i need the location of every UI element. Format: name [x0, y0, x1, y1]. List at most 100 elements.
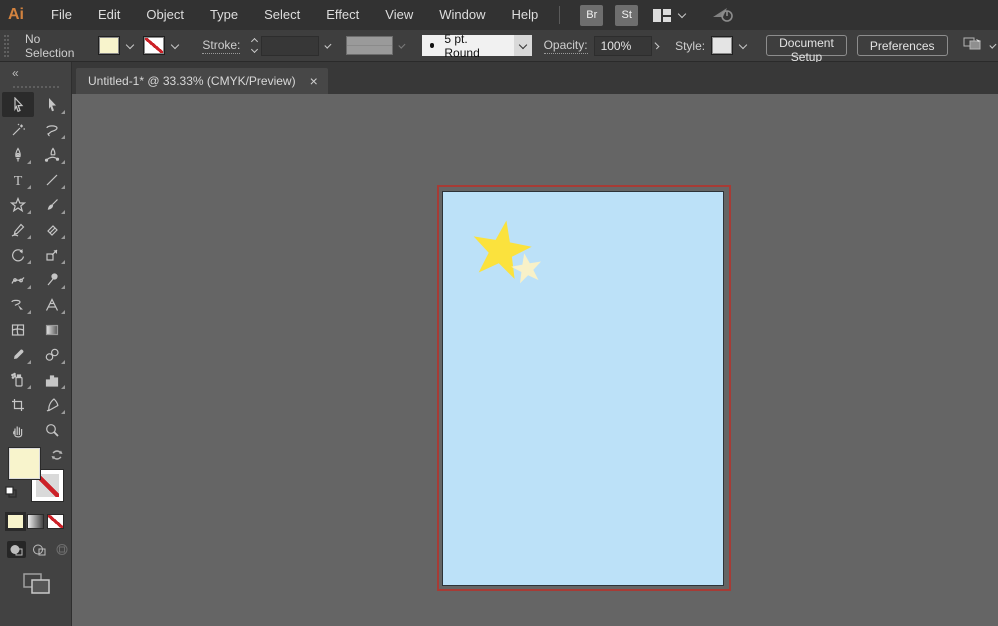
menu-view[interactable]: View	[372, 0, 426, 30]
chevron-right-icon[interactable]	[652, 42, 659, 49]
close-icon[interactable]: ×	[310, 74, 318, 88]
style-swatch[interactable]	[711, 36, 733, 55]
menu-effect[interactable]: Effect	[313, 0, 372, 30]
mesh-tool[interactable]	[2, 317, 34, 342]
chevron-down-icon[interactable]	[325, 41, 332, 48]
blend-tool[interactable]	[36, 342, 68, 367]
selection-tool[interactable]	[2, 92, 34, 117]
workspace-switcher-icon[interactable]	[652, 8, 689, 23]
type-tool[interactable]: T	[2, 167, 34, 192]
swap-fill-stroke-icon[interactable]	[50, 448, 64, 467]
panel-grip-icon[interactable]	[4, 35, 9, 57]
chevron-down-icon	[398, 41, 405, 48]
scale-tool[interactable]	[36, 242, 68, 267]
document-setup-button[interactable]: Document Setup	[766, 35, 847, 56]
menu-select[interactable]: Select	[251, 0, 313, 30]
draw-inside-button	[52, 541, 71, 558]
chevron-down-icon	[519, 40, 527, 48]
stroke-weight-field[interactable]	[261, 36, 319, 56]
style-label: Style:	[675, 39, 705, 53]
default-fill-stroke-icon[interactable]	[5, 486, 18, 504]
lasso-tool[interactable]	[36, 117, 68, 142]
direct-selection-tool[interactable]	[36, 92, 68, 117]
share-publish-icon[interactable]	[711, 5, 735, 26]
magic-wand-tool[interactable]	[2, 117, 34, 142]
screen-mode-button[interactable]	[22, 572, 71, 601]
opacity-label[interactable]: Opacity:	[544, 38, 588, 54]
svg-text:T: T	[13, 174, 22, 188]
line-segment-tool[interactable]	[36, 167, 68, 192]
stroke-color-swatch[interactable]	[143, 36, 165, 55]
brush-definition-value[interactable]: 5 pt. Round	[422, 35, 515, 56]
stroke-weight-label[interactable]: Stroke:	[202, 38, 240, 54]
chevron-down-icon	[126, 40, 134, 48]
illustrator-window: Ai File Edit Object Type Select Effect V…	[0, 0, 998, 626]
fill-color-dropdown[interactable]	[98, 36, 137, 55]
chevron-down-icon	[739, 40, 747, 48]
shape-builder-tool[interactable]	[2, 292, 34, 317]
draw-behind-button[interactable]	[30, 541, 49, 558]
preferences-button[interactable]: Preferences	[857, 35, 948, 56]
menu-file[interactable]: File	[38, 0, 85, 30]
brush-definition-dropdown[interactable]: 5 pt. Round	[422, 35, 532, 56]
menu-bar: Ai File Edit Object Type Select Effect V…	[0, 0, 998, 30]
chevron-down-icon[interactable]	[251, 46, 258, 53]
slice-tool[interactable]	[36, 392, 68, 417]
hand-tool[interactable]	[2, 417, 34, 442]
draw-normal-button[interactable]	[7, 541, 26, 558]
document-tab-title: Untitled-1* @ 33.33% (CMYK/Preview)	[88, 74, 296, 88]
document-tab[interactable]: Untitled-1* @ 33.33% (CMYK/Preview) ×	[76, 68, 328, 94]
menu-type[interactable]: Type	[197, 0, 251, 30]
rotate-tool[interactable]	[2, 242, 34, 267]
width-profile-dropdown[interactable]	[346, 36, 393, 55]
eraser-tool[interactable]	[36, 217, 68, 242]
canvas[interactable]	[72, 94, 998, 626]
paintbrush-tool[interactable]	[36, 192, 68, 217]
zoom-tool[interactable]	[36, 417, 68, 442]
width-tool[interactable]	[2, 267, 34, 292]
symbol-sprayer-tool[interactable]	[2, 367, 34, 392]
gradient-tool[interactable]	[36, 317, 68, 342]
style-dropdown[interactable]	[711, 36, 750, 55]
small-star-polygon[interactable]	[511, 253, 541, 283]
menu-separator	[559, 6, 560, 24]
fill-proxy-swatch[interactable]	[9, 448, 40, 479]
chevron-down-icon[interactable]	[989, 41, 996, 48]
column-graph-tool[interactable]	[36, 367, 68, 392]
selection-status: No Selection	[25, 32, 74, 60]
panel-grip-icon[interactable]	[13, 86, 59, 90]
brush-dropdown-button[interactable]	[514, 35, 531, 56]
opacity-field[interactable]: 100%	[594, 36, 652, 56]
gradient-button[interactable]	[27, 514, 44, 529]
stock-button[interactable]: St	[615, 5, 638, 26]
artboard-tool[interactable]	[2, 392, 34, 417]
pen-tool[interactable]	[2, 142, 34, 167]
menu-help[interactable]: Help	[498, 0, 551, 30]
bridge-button[interactable]: Br	[580, 5, 603, 26]
menu-edit[interactable]: Edit	[85, 0, 133, 30]
star-shape-tool[interactable]	[2, 192, 34, 217]
chevron-up-icon[interactable]	[251, 38, 258, 45]
chevron-down-icon	[678, 10, 686, 18]
fill-color-swatch[interactable]	[98, 36, 120, 55]
puppet-warp-tool[interactable]	[36, 267, 68, 292]
panel-collapse-button[interactable]: «	[0, 62, 71, 82]
tools-grid: T	[0, 92, 71, 442]
curvature-tool[interactable]	[36, 142, 68, 167]
color-button[interactable]	[7, 514, 24, 529]
shaper-tool[interactable]	[2, 217, 34, 242]
menu-window[interactable]: Window	[426, 0, 498, 30]
perspective-grid-tool[interactable]	[36, 292, 68, 317]
paint-style-row	[0, 514, 71, 529]
align-options-icon[interactable]	[962, 36, 984, 55]
stroke-weight-stepper[interactable]	[252, 39, 257, 52]
brush-label: 5 pt. Round	[444, 32, 504, 60]
tools-panel: « T	[0, 62, 72, 626]
menu-object[interactable]: Object	[133, 0, 197, 30]
fill-stroke-widget	[0, 446, 71, 508]
document-tab-bar: Untitled-1* @ 33.33% (CMYK/Preview) ×	[72, 62, 998, 94]
small-star-shape[interactable]	[509, 251, 545, 287]
stroke-color-dropdown[interactable]	[143, 36, 182, 55]
eyedropper-tool[interactable]	[2, 342, 34, 367]
none-button[interactable]	[47, 514, 64, 529]
